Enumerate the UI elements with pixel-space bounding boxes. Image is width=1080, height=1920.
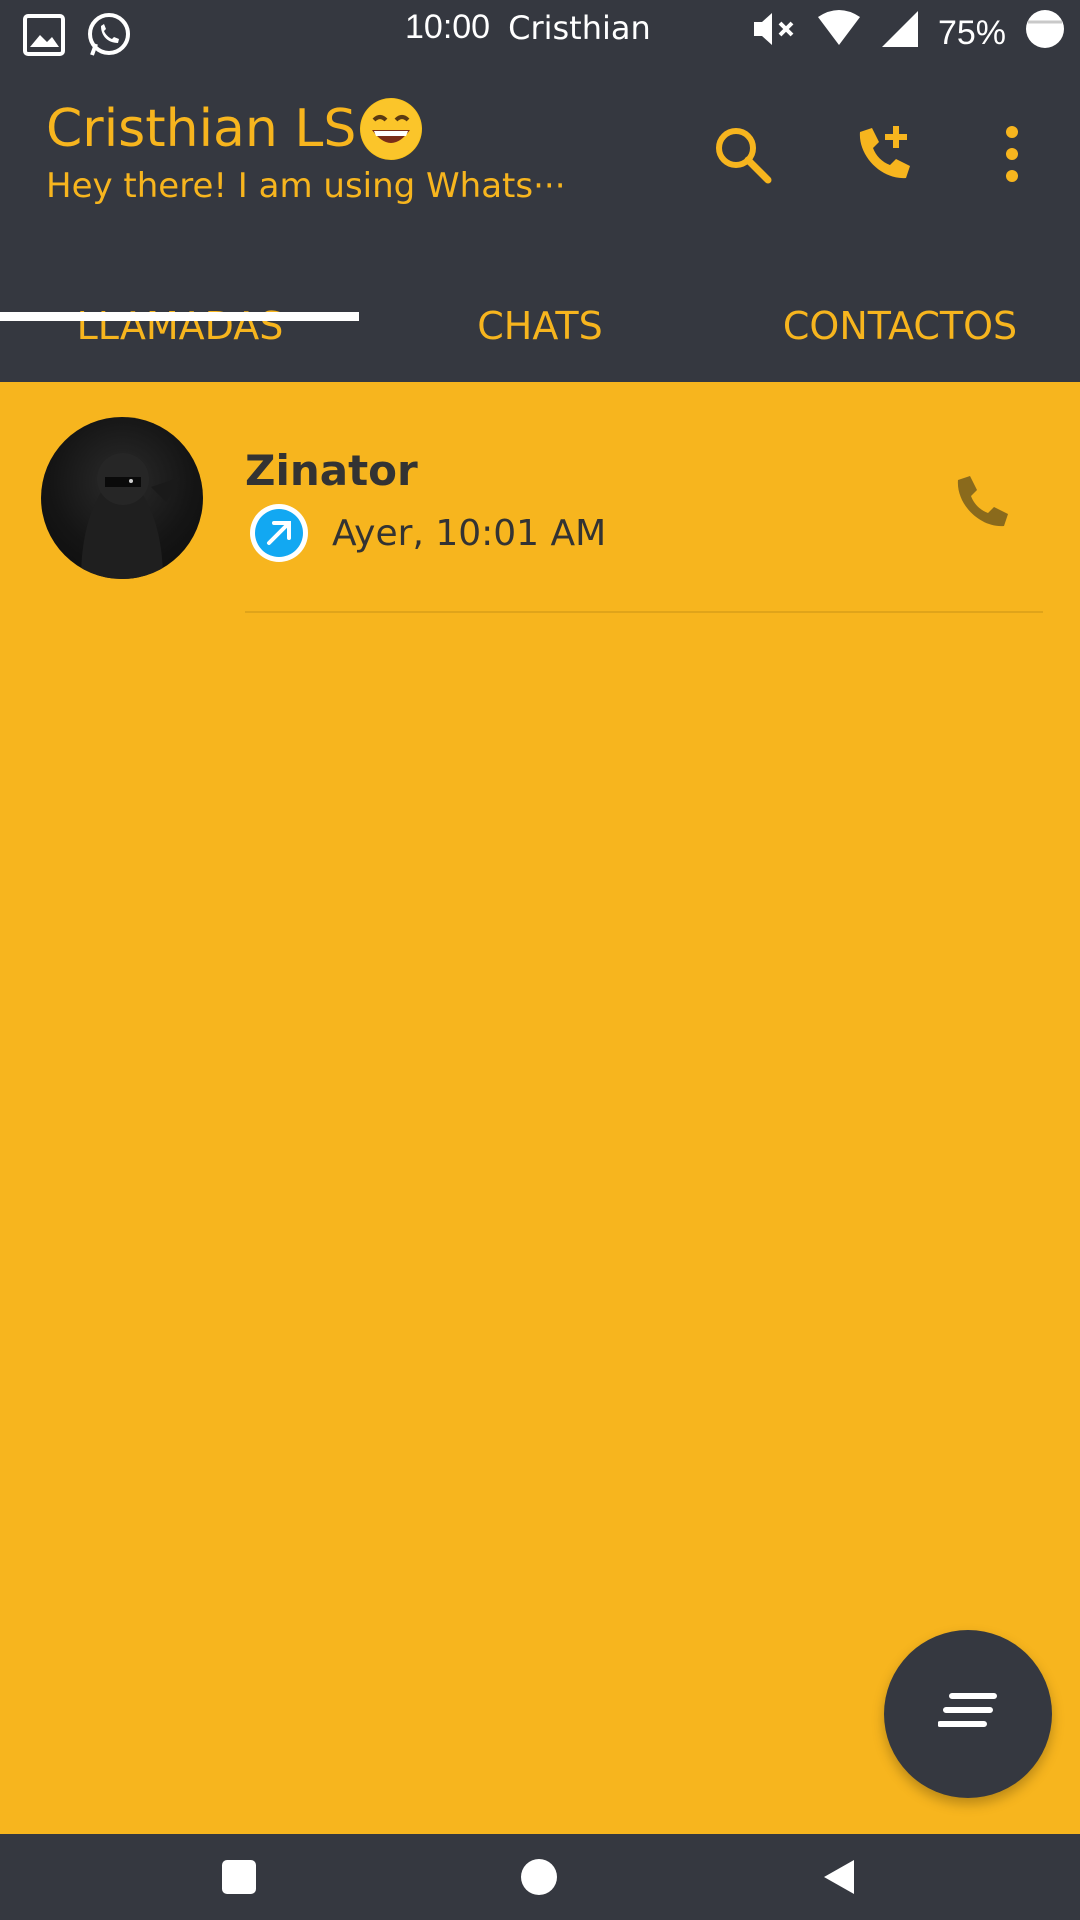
row-divider — [245, 611, 1043, 613]
battery-text: 75% — [937, 14, 1006, 52]
app-header: Cristhian LS Hey there! I am using Whats… — [0, 60, 1080, 382]
mute-icon — [752, 9, 798, 58]
outgoing-call-icon — [250, 504, 308, 562]
signal-icon — [880, 9, 920, 58]
phone-call-icon[interactable] — [950, 470, 1014, 534]
call-meta: Ayer, 10:01 AM — [250, 504, 606, 562]
profile-name[interactable]: Cristhian LS — [46, 98, 423, 160]
gallery-icon — [22, 13, 66, 62]
contact-name: Zinator — [245, 446, 418, 495]
status-time: 10:00 — [405, 8, 491, 46]
avatar[interactable] — [41, 417, 203, 579]
recents-square-icon[interactable] — [216, 1854, 262, 1900]
fab-button[interactable] — [884, 1630, 1052, 1798]
tab-chats[interactable]: CHATS — [360, 286, 720, 382]
profile-status-text: Hey there! I am using Whats··· — [46, 166, 566, 206]
tab-bar: LLAMADAS CHATS CONTACTOS — [0, 286, 1080, 382]
system-nav-bar — [0, 1834, 1080, 1920]
grinning-emoji-icon — [360, 98, 423, 160]
status-bar: 10:00 Cristhian 75% — [0, 0, 1080, 60]
home-circle-icon[interactable] — [516, 1854, 562, 1900]
more-vert-icon[interactable] — [980, 122, 1044, 186]
whatsapp-icon — [84, 10, 134, 65]
search-icon[interactable] — [710, 122, 774, 186]
add-call-icon[interactable] — [852, 122, 916, 186]
wifi-icon — [816, 9, 862, 58]
call-list-item[interactable]: Zinator Ayer, 10:01 AM — [0, 388, 1080, 614]
tab-llamadas[interactable]: LLAMADAS — [0, 286, 360, 382]
battery-icon — [1024, 8, 1066, 59]
tab-contactos[interactable]: CONTACTOS — [720, 286, 1080, 382]
status-carrier-name: Cristhian — [508, 8, 651, 47]
profile-name-text: Cristhian LS — [46, 99, 357, 159]
sort-lines-icon — [937, 1690, 998, 1743]
tab-selected-indicator — [0, 312, 359, 321]
back-triangle-icon[interactable] — [816, 1854, 862, 1900]
call-time: Ayer, 10:01 AM — [332, 512, 607, 554]
